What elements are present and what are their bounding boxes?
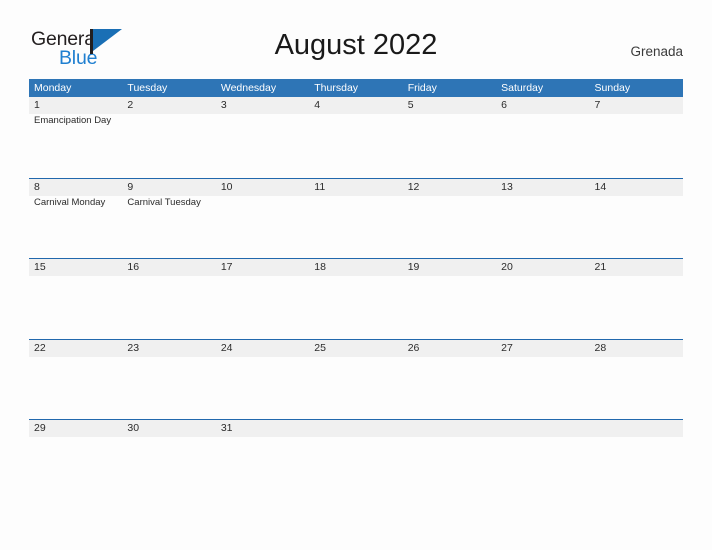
week-row: 1 Emancipation Day 2 3 4 5 6 7 <box>29 97 683 178</box>
day-number: 13 <box>501 180 513 193</box>
day-cell-empty <box>590 420 683 500</box>
day-cell[interactable]: 6 <box>496 97 589 178</box>
weekday-header-friday: Friday <box>407 82 437 94</box>
day-number: 24 <box>220 341 233 354</box>
day-cell[interactable]: 9 Carnival Tuesday <box>122 179 215 259</box>
day-cell[interactable]: 29 <box>29 420 122 500</box>
day-cell[interactable]: 1 Emancipation Day <box>29 97 122 178</box>
day-number: 22 <box>34 341 46 354</box>
day-number: 9 <box>127 180 134 193</box>
day-cell[interactable]: 28 <box>590 340 683 420</box>
day-cell[interactable]: 31 <box>216 420 309 500</box>
weekday-header-sunday: Sunday <box>594 82 631 94</box>
day-number: 28 <box>594 341 607 354</box>
day-cell[interactable]: 20 <box>496 259 589 339</box>
week-row: 22 23 24 25 26 27 28 <box>29 338 683 420</box>
day-number: 27 <box>501 341 513 354</box>
day-number: 19 <box>407 261 420 274</box>
day-number: 18 <box>314 261 326 274</box>
day-cell[interactable]: 23 <box>122 340 215 420</box>
day-number: 12 <box>407 180 420 193</box>
day-cell[interactable]: 2 <box>122 97 215 178</box>
day-number: 26 <box>407 341 420 354</box>
day-number: 11 <box>314 180 326 193</box>
day-cell[interactable]: 25 <box>309 340 402 420</box>
day-cell[interactable]: 30 <box>122 420 215 500</box>
day-cell[interactable]: 10 <box>216 179 309 259</box>
day-event: Carnival Tuesday <box>127 196 201 208</box>
day-cell-empty <box>403 420 496 500</box>
day-cell[interactable]: 21 <box>590 259 683 339</box>
day-cell[interactable]: 27 <box>496 340 589 420</box>
day-cell[interactable]: 16 <box>122 259 215 339</box>
day-cell[interactable]: 17 <box>216 259 309 339</box>
week-row: 8 Carnival Monday 9 Carnival Tuesday 10 … <box>29 177 683 259</box>
day-cell[interactable]: 5 <box>403 97 496 178</box>
day-cell[interactable]: 15 <box>29 259 122 339</box>
day-cell[interactable]: 24 <box>216 340 309 420</box>
day-cell[interactable]: 7 <box>590 97 683 178</box>
day-number: 10 <box>220 180 233 193</box>
day-number: 25 <box>314 341 326 354</box>
day-number: 3 <box>220 99 227 111</box>
day-cell[interactable]: 18 <box>309 259 402 339</box>
country-label: Grenada <box>630 44 683 59</box>
week-row: 15 16 17 18 19 20 21 <box>29 258 683 339</box>
day-number: 14 <box>594 180 607 193</box>
page-header: General Blue August 2022 Grenada <box>0 0 712 78</box>
weekday-header-thursday: Thursday <box>314 82 359 94</box>
day-number: 20 <box>501 261 513 274</box>
day-cell[interactable]: 26 <box>403 340 496 420</box>
day-cell[interactable]: 13 <box>496 179 589 259</box>
day-number: 21 <box>594 261 607 274</box>
day-number: 23 <box>127 341 140 354</box>
weekday-header-saturday: Saturday <box>501 82 544 94</box>
weekday-header-row: Monday Tuesday Wednesday Thursday Friday… <box>29 79 683 97</box>
day-cell[interactable]: 3 <box>216 97 309 178</box>
day-cell[interactable]: 22 <box>29 340 122 420</box>
day-cell[interactable]: 8 Carnival Monday <box>29 179 122 259</box>
day-number: 29 <box>34 422 46 435</box>
day-cell[interactable]: 4 <box>309 97 402 178</box>
day-number: 1 <box>34 99 40 111</box>
day-number: 7 <box>594 99 601 111</box>
day-number: 6 <box>501 99 507 111</box>
day-number: 2 <box>127 99 134 111</box>
day-cell-empty <box>496 420 589 500</box>
day-cell[interactable]: 12 <box>403 179 496 259</box>
day-number: 4 <box>314 99 321 111</box>
calendar-grid: Monday Tuesday Wednesday Thursday Friday… <box>29 79 683 500</box>
day-number: 5 <box>407 99 414 111</box>
day-number: 30 <box>127 422 140 435</box>
day-cell[interactable]: 14 <box>590 179 683 259</box>
day-number: 15 <box>34 261 46 274</box>
day-number: 17 <box>220 261 233 274</box>
calendar-page: General Blue August 2022 Grenada Monday … <box>0 0 712 550</box>
day-cell[interactable]: 19 <box>403 259 496 339</box>
day-cell[interactable]: 11 <box>309 179 402 259</box>
weekday-header-wednesday: Wednesday <box>220 82 277 94</box>
weekday-header-monday: Monday <box>34 82 72 94</box>
day-number: 16 <box>127 261 140 274</box>
day-cell-empty <box>309 420 402 500</box>
page-title: August 2022 <box>274 29 438 61</box>
day-event: Carnival Monday <box>34 196 106 208</box>
week-row: 29 30 31 <box>29 419 683 500</box>
day-number: 31 <box>220 422 233 435</box>
weekday-header-tuesday: Tuesday <box>127 82 168 94</box>
day-event: Emancipation Day <box>34 115 112 126</box>
day-number: 8 <box>34 180 40 193</box>
